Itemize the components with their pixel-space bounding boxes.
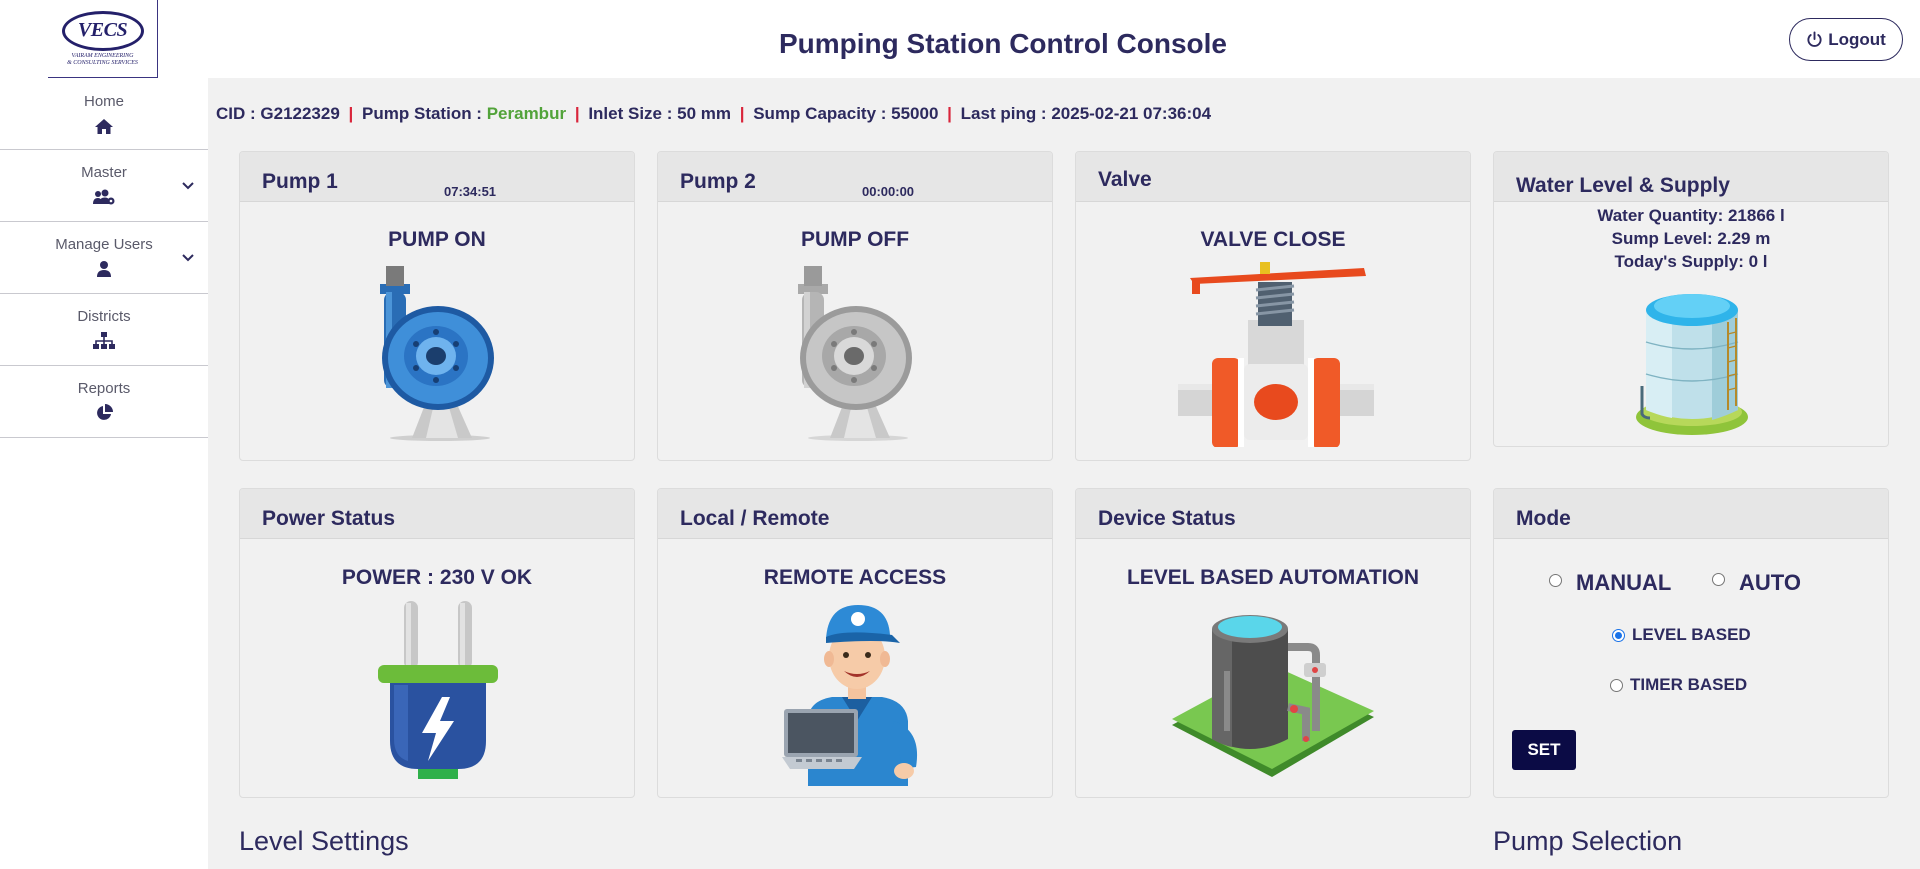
manual-radio[interactable] (1549, 574, 1562, 587)
card-header: Device Status (1076, 489, 1470, 539)
card-title: Power Status (262, 507, 396, 530)
card-title: Water Level & Supply (1516, 174, 1730, 197)
valve-closed-icon (1178, 262, 1374, 447)
power-status-card: Power Status POWER : 230 V OK (239, 488, 635, 798)
pump2-timer: 00:00:00 (862, 184, 915, 199)
pie-chart-icon (93, 403, 115, 423)
last-ping-value: 2025-02-21 07:36:04 (1051, 104, 1212, 123)
pump-selection-heading: Pump Selection (1493, 826, 1683, 856)
sidebar-item-manage-users[interactable]: Manage Users (0, 222, 208, 294)
company-logo[interactable]: VECS VAIRAM ENGINEERING & CONSULTING SER… (48, 0, 158, 78)
mode-card: Mode MANUAL AUTO LEVEL BASED TIMER BASED… (1493, 488, 1889, 798)
valve-state: VALVE CLOSE (1200, 228, 1346, 251)
station-value: Perambur (486, 104, 567, 123)
logo-mark: VECS (61, 10, 144, 51)
local-remote-card: Local / Remote REMOTE ACCESS (657, 488, 1053, 798)
separator: | (947, 104, 952, 123)
chevron-down-icon (182, 254, 194, 262)
card-title: Local / Remote (680, 507, 830, 530)
power-state: POWER : 230 V OK (341, 566, 533, 589)
level-settings-heading: Level Settings (239, 826, 409, 856)
level-based-label: LEVEL BASED (1632, 625, 1751, 644)
water-tank-icon (1636, 294, 1748, 435)
sidebar-item-label: Manage Users (55, 236, 153, 253)
last-ping-label: Last ping : (960, 104, 1052, 123)
sump-level: Sump Level: 2.29 m (1611, 229, 1771, 248)
sidebar-item-districts[interactable]: Districts (0, 294, 208, 366)
home-icon (93, 116, 115, 136)
level-based-radio[interactable] (1612, 629, 1625, 642)
sidebar-item-master[interactable]: Master (0, 150, 208, 222)
level-automation-icon (1172, 615, 1374, 777)
separator: | (574, 104, 580, 123)
remote-operator-icon (782, 605, 918, 786)
valve-card: Valve VALVE CLOSE (1075, 151, 1471, 461)
cid-label: CID : (216, 104, 261, 123)
card-title: Pump 2 (680, 170, 756, 193)
separator: | (739, 104, 745, 123)
sidebar-item-home[interactable]: Home (0, 80, 208, 150)
sidebar-item-label: Districts (77, 308, 131, 325)
logo-subtitle-line2: & CONSULTING SERVICES (67, 59, 138, 66)
logout-label: Logout (1828, 29, 1886, 49)
power-icon (1807, 31, 1822, 47)
sidebar: VECS VAIRAM ENGINEERING & CONSULTING SER… (0, 0, 208, 869)
inlet-label: Inlet Size : (588, 104, 678, 123)
manual-label: MANUAL (1576, 570, 1672, 595)
pump1-state: PUMP ON (388, 228, 486, 251)
card-title: Mode (1516, 507, 1571, 530)
logo-subtitle-line1: VAIRAM ENGINEERING (71, 52, 134, 59)
timer-based-label: TIMER BASED (1630, 675, 1748, 694)
logout-button[interactable]: Logout (1789, 18, 1903, 61)
sump-capacity-value: 55000 (891, 104, 939, 123)
water-level-card: Water Level & Supply Water Quantity: 218… (1493, 151, 1889, 447)
sidebar-item-label: Home (83, 93, 124, 110)
pump1-timer: 07:34:51 (444, 184, 497, 199)
device-status-card: Device Status LEVEL BASED AUTOMATION (1075, 488, 1471, 798)
station-info-bar: CID : G2122329 | Pump Station : Perambur… (216, 104, 1211, 124)
cid-value: G2122329 (260, 104, 340, 123)
sump-capacity-label: Sump Capacity : (753, 104, 892, 123)
card-header: Mode (1494, 489, 1888, 539)
set-mode-button[interactable]: SET (1512, 730, 1576, 770)
pump2-card: Pump 2 00:00:00 PUMP OFF (657, 151, 1053, 461)
auto-radio[interactable] (1712, 573, 1725, 586)
users-cog-icon (93, 187, 115, 207)
sidebar-item-reports[interactable]: Reports (0, 366, 208, 438)
card-header: Local / Remote (658, 489, 1052, 539)
separator: | (348, 104, 354, 123)
inlet-value: 50 mm (677, 104, 731, 123)
power-plug-icon (378, 601, 498, 779)
card-title: Valve (1098, 168, 1152, 191)
sidebar-nav: Home Master Manage Users Districts Repor… (0, 80, 208, 438)
card-header: Valve (1076, 152, 1470, 202)
sidebar-item-label: Master (81, 164, 127, 181)
chevron-down-icon (182, 182, 194, 190)
auto-label: AUTO (1739, 570, 1801, 595)
todays-supply: Today's Supply: 0 l (1614, 252, 1768, 271)
card-header: Water Level & Supply (1494, 152, 1888, 202)
sidebar-item-label: Reports (77, 380, 131, 397)
access-state: REMOTE ACCESS (763, 566, 947, 589)
pump1-card: Pump 1 07:34:51 PUMP ON (239, 151, 635, 461)
water-quantity: Water Quantity: 21866 l (1597, 206, 1785, 225)
station-label: Pump Station : (362, 104, 487, 123)
card-header: Pump 2 00:00:00 (658, 152, 1052, 202)
card-header: Pump 1 07:34:51 (240, 152, 634, 202)
card-title: Pump 1 (262, 170, 338, 193)
sitemap-icon (93, 331, 115, 351)
pump-off-icon (798, 266, 912, 441)
timer-based-radio[interactable] (1610, 679, 1623, 692)
device-state: LEVEL BASED AUTOMATION (1126, 566, 1420, 589)
top-header: Pumping Station Control Console Logout (208, 0, 1920, 78)
page-title: Pumping Station Control Console (779, 28, 1227, 59)
pump2-state: PUMP OFF (800, 228, 910, 251)
water-stats: Water Quantity: 21866 l Sump Level: 2.29… (1494, 204, 1888, 273)
user-icon (93, 259, 115, 279)
pump-on-icon (380, 266, 494, 441)
card-title: Device Status (1098, 507, 1236, 530)
logo-subtitle: VAIRAM ENGINEERING & CONSULTING SERVICES (67, 53, 138, 67)
card-header: Power Status (240, 489, 634, 539)
